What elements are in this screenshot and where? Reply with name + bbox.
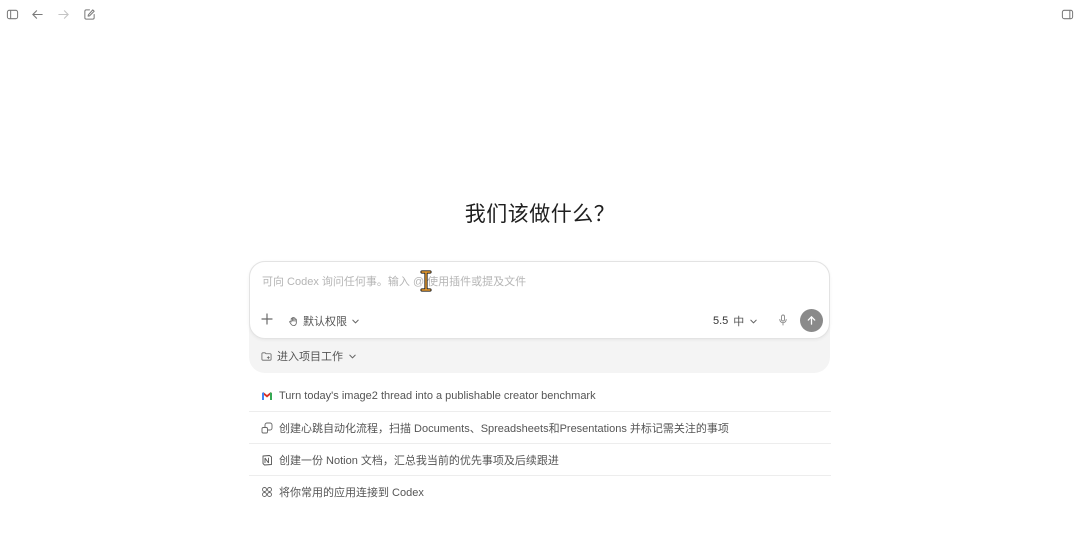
microphone-icon[interactable] <box>777 314 789 326</box>
suggestion-text: 将你常用的应用连接到 Codex <box>279 487 424 499</box>
model-version: 5.5 <box>713 315 729 327</box>
suggestion-item[interactable]: 创建心跳自动化流程，扫描 Documents、Spreadsheets和Pres… <box>249 412 831 444</box>
suggestion-list: Turn today's image2 thread into a publis… <box>249 380 831 508</box>
gmail-icon <box>261 390 273 402</box>
composer-box: 默认权限 5.5 中 <box>249 261 830 339</box>
hand-icon <box>289 316 297 326</box>
page-heading: 我们该做什么？ <box>464 203 616 226</box>
automation-icon <box>261 422 273 434</box>
suggestion-text: 创建一份 Notion 文档，汇总我当前的优先事项及后续跟进 <box>279 454 559 467</box>
notion-icon <box>261 454 273 466</box>
right-panel-toggle-icon[interactable] <box>1059 6 1075 22</box>
prompt-input[interactable] <box>260 272 804 292</box>
send-button[interactable] <box>800 309 823 332</box>
project-work-dropdown[interactable]: 进入项目工作 <box>261 348 357 364</box>
forward-arrow-icon[interactable] <box>55 6 71 22</box>
top-bar <box>0 0 1080 28</box>
composer-container: 默认权限 5.5 中 <box>249 261 830 373</box>
new-chat-edit-icon[interactable] <box>81 6 97 22</box>
project-work-label: 进入项目工作 <box>277 351 343 363</box>
chevron-down-icon <box>352 319 359 323</box>
folder-icon <box>261 351 272 361</box>
permissions-dropdown[interactable]: 默认权限 <box>288 313 360 329</box>
suggestion-item[interactable]: 将你常用的应用连接到 Codex <box>249 476 831 508</box>
suggestion-item[interactable]: 创建一份 Notion 文档，汇总我当前的优先事项及后续跟进 <box>249 444 831 476</box>
model-selector[interactable]: 5.5 中 <box>713 313 758 329</box>
reasoning-level: 中 <box>733 316 745 328</box>
sidebar-toggle-icon[interactable] <box>4 6 20 22</box>
text-cursor-icon <box>420 270 432 292</box>
chevron-down-icon <box>349 354 356 358</box>
back-arrow-icon[interactable] <box>29 6 45 22</box>
chevron-down-icon <box>750 319 757 323</box>
apps-grid-icon <box>261 486 273 498</box>
permissions-label: 默认权限 <box>303 316 347 328</box>
suggestion-text: Turn today's image2 thread into a publis… <box>279 389 596 402</box>
suggestion-item[interactable]: Turn today's image2 thread into a publis… <box>249 380 831 412</box>
suggestion-text: 创建心跳自动化流程，扫描 Documents、Spreadsheets和Pres… <box>279 422 729 435</box>
add-attachment-icon[interactable] <box>260 312 274 326</box>
arrow-up-icon <box>807 316 816 325</box>
